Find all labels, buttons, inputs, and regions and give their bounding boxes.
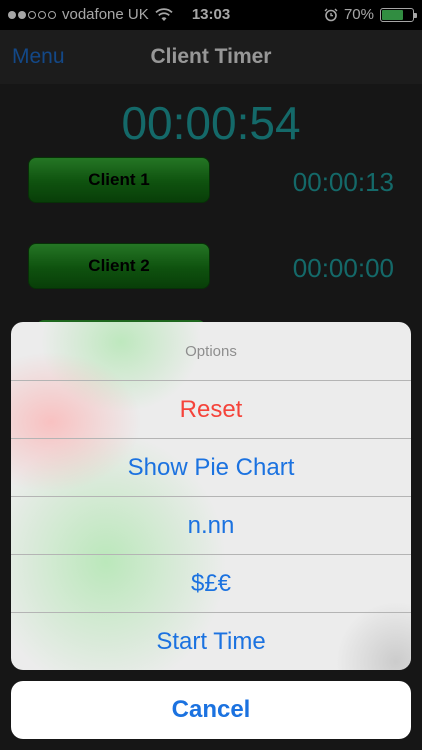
show-pie-chart-button[interactable]: Show Pie Chart	[11, 438, 411, 496]
reset-button[interactable]: Reset	[11, 380, 411, 438]
decimal-format-button[interactable]: n.nn	[11, 496, 411, 554]
cancel-button[interactable]: Cancel	[11, 681, 411, 739]
start-time-button[interactable]: Start Time	[11, 612, 411, 670]
action-sheet-title: Options	[185, 342, 237, 360]
action-sheet: Options Reset Show Pie Chart n.nn $£€ St…	[11, 322, 411, 670]
currency-button[interactable]: $£€	[11, 554, 411, 612]
